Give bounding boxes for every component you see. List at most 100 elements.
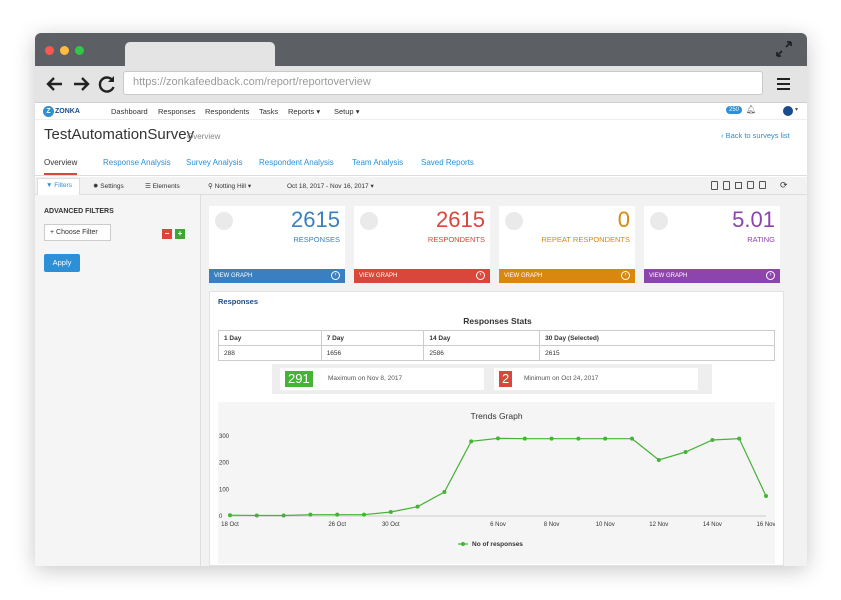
legend-label: No of responses [472,541,523,548]
nav-reports[interactable]: Reports ▾ [288,107,320,116]
y-tick-label: 0 [219,514,223,520]
repeat-respondents-label: REPEAT RESPONDENTS [541,235,631,244]
user-icon [360,212,378,230]
responses-card: 2615 RESPONSES VIEW GRAPH › [209,206,345,283]
maximum-text: Maximum on Nov 8, 2017 [328,375,403,382]
browser-tab-bar [35,33,807,67]
data-point [308,512,313,517]
data-point [415,504,420,509]
view-graph-respondents[interactable]: VIEW GRAPH › [354,269,490,283]
data-point [549,436,554,441]
nav-dashboard[interactable]: Dashboard [111,107,148,116]
respondents-card: 2615 RESPONDENTS VIEW GRAPH › [354,206,490,283]
table-header: 7 Day [320,330,425,346]
tab-response-analysis[interactable]: Response Analysis [103,158,171,167]
nav-tasks[interactable]: Tasks [259,107,278,116]
print-icon[interactable] [735,182,742,189]
tab-overview[interactable]: Overview [44,158,78,175]
table-cell: 1656 [320,345,425,361]
smiley-icon [650,212,668,230]
x-tick-label: 6 Nov [490,522,506,528]
responses-stats-title: Responses Stats [463,316,532,326]
arrow-right-icon: › [476,271,485,280]
url-bar[interactable]: https://zonkafeedback.com/report/reporto… [123,71,763,95]
x-tick-label: 14 Nov [703,522,722,528]
nav-responses[interactable]: Responses [158,107,196,116]
settings-button[interactable]: ✹ Settings [93,182,124,190]
data-point [656,458,661,462]
data-point [737,436,742,441]
nav-respondents[interactable]: Respondents [205,107,249,116]
chevron-down-icon[interactable]: ▾ [795,106,798,113]
table-header: 1 Day [218,330,322,346]
apply-button[interactable]: Apply [44,254,80,272]
minimum-text: Minimum on Oct 24, 2017 [524,375,599,382]
expand-icon[interactable] [775,40,793,58]
minimize-dot[interactable] [60,46,69,55]
filter-bar: ▼ Filters ✹ Settings ☰ Elements ⚲ Nottin… [35,177,807,195]
save-icon[interactable] [747,181,754,189]
pdf-export-icon[interactable] [711,181,718,190]
min-max-summary: 291 Maximum on Nov 8, 2017 2 Minimum on … [272,364,712,394]
responses-count: 2615 [291,207,340,232]
table-cell: 2615 [539,345,775,361]
table-row: 288 1656 2586 2615 [218,345,775,361]
data-point [630,436,634,441]
back-arrow-icon[interactable] [45,73,65,95]
tab-saved-reports[interactable]: Saved Reports [421,158,474,167]
filters-button[interactable]: ▼ Filters [46,182,72,189]
notification-count-badge[interactable]: 250 [726,106,743,114]
arrow-right-icon: › [766,271,775,280]
repeat-respondents-count: 0 [617,207,630,232]
nav-setup[interactable]: Setup ▾ [334,107,359,116]
data-point [281,513,286,518]
back-to-surveys-link[interactable]: ‹ Back to surveys list [721,131,790,140]
x-tick-label: 8 Nov [544,522,560,528]
data-point [522,436,527,441]
excel-export-icon[interactable] [723,181,730,190]
location-dropdown[interactable]: ⚲ Notting Hill ▾ [208,182,251,190]
refresh-icon[interactable]: ⟳ [780,180,788,191]
maximum-box: 291 Maximum on Nov 8, 2017 [280,368,484,390]
page-title: TestAutomationSurvey [44,126,195,143]
table-cell: 288 [218,345,322,361]
minimum-value: 2 [499,371,513,387]
forward-arrow-icon[interactable] [71,73,91,95]
table-header: 30 Day (Selected) [539,330,775,346]
choose-filter-button[interactable]: + Choose Filter [44,224,111,241]
report-tabs: Overview Response Analysis Survey Analys… [35,153,807,176]
data-point [254,513,259,518]
bell-icon[interactable]: 🔔︎ [746,105,756,114]
y-tick-label: 100 [219,487,230,493]
calendar-icon[interactable] [759,181,766,189]
maximize-dot[interactable] [75,46,84,55]
data-point [228,513,232,518]
responses-label: RESPONSES [293,235,340,244]
zonka-logo[interactable]: Z ZONKA [43,106,80,117]
y-tick-label: 300 [219,434,230,440]
app-navbar: Z ZONKA Dashboard Responses Respondents T… [35,103,807,120]
remove-filter-button[interactable]: − [162,229,172,239]
close-dot[interactable] [45,46,54,55]
reload-icon[interactable] [97,73,117,95]
hamburger-menu-icon[interactable] [777,78,790,90]
y-tick-label: 200 [219,461,230,467]
date-range-dropdown[interactable]: Oct 18, 2017 - Nov 16, 2017 ▾ [287,182,374,190]
view-graph-responses[interactable]: VIEW GRAPH › [209,269,345,283]
responses-stats-table: 1 Day 7 Day 14 Day 30 Day (Selected) 288… [218,330,775,361]
elements-button[interactable]: ☰ Elements [145,182,180,190]
tab-respondent-analysis[interactable]: Respondent Analysis [259,158,334,167]
legend-marker [461,542,465,546]
add-filter-button[interactable]: + [175,229,185,239]
tab-survey-analysis[interactable]: Survey Analysis [186,158,242,167]
rating-value: 5.01 [732,207,775,232]
tab-team-analysis[interactable]: Team Analysis [352,158,403,167]
browser-tab[interactable] [125,42,275,67]
arrow-right-icon: › [621,271,630,280]
view-graph-rating[interactable]: VIEW GRAPH › [644,269,780,283]
view-graph-repeat[interactable]: VIEW GRAPH › [499,269,635,283]
avatar[interactable] [783,106,793,116]
list-icon: ☰ [145,183,151,190]
data-point [576,436,581,441]
data-point [764,494,768,498]
